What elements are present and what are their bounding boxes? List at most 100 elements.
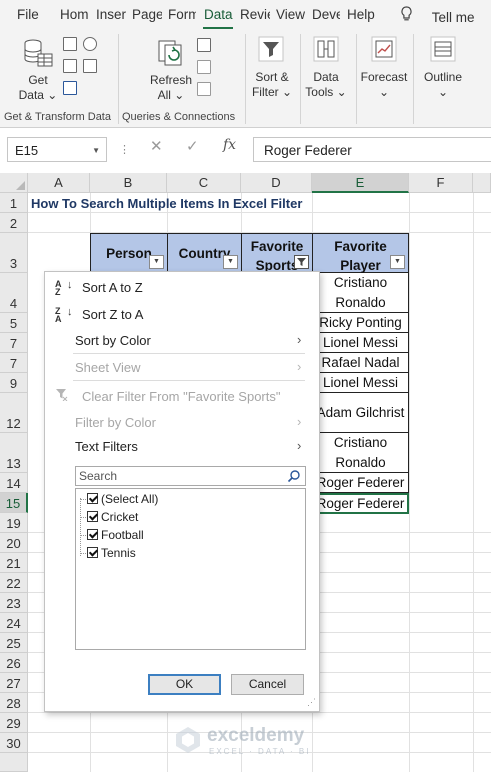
column-header-a[interactable]: A [28,173,90,193]
properties-icon[interactable] [197,60,211,74]
column-header-g[interactable] [473,173,491,193]
player-cell[interactable]: Ricky Ponting [312,313,409,333]
row-header[interactable]: 19 [0,513,28,533]
player-cell[interactable]: Roger Federer [312,473,409,493]
get-data-button[interactable]: Get Data ⌄ [18,73,58,103]
checkbox-tennis[interactable]: Tennis [80,546,136,560]
header-person[interactable]: Person ▼ [90,233,168,273]
column-header-f[interactable]: F [409,173,473,193]
row-header[interactable]: 7 [0,333,28,353]
sheet-view-item[interactable]: Sheet View [75,360,141,375]
tab-page-layout[interactable]: Page [132,7,162,22]
refresh-icon[interactable] [156,37,186,70]
row-header[interactable]: 22 [0,573,28,593]
sort-filter-button[interactable]: Sort & Filter ⌄ [250,70,294,100]
row-header[interactable]: 30 [0,733,28,753]
checkbox-icon[interactable] [87,493,98,504]
player-cell[interactable]: Adam Gilchrist [312,393,409,433]
row-header[interactable]: 23 [0,593,28,613]
cancel-entry-icon[interactable]: ✕ [150,137,163,155]
tab-review[interactable]: Revie [240,7,270,22]
select-all-corner[interactable] [0,173,28,193]
row-header[interactable]: 15 [0,493,28,513]
more-icon[interactable]: ⋮ [119,143,131,156]
recent-sources-icon[interactable] [83,37,97,51]
queries-connections-icon[interactable] [197,38,211,52]
data-tools-button[interactable]: Data Tools ⌄ [305,70,347,100]
from-text-icon[interactable] [63,37,77,51]
player-cell[interactable]: Lionel Messi [312,373,409,393]
player-cell[interactable]: Cristiano Ronaldo [312,273,409,313]
sort-a-to-z-item[interactable]: Sort A to Z [82,280,143,295]
data-tools-icon[interactable] [313,36,339,65]
checkbox-icon[interactable] [87,547,98,558]
header-favorite-player[interactable]: Favorite Player ▼ [312,233,409,273]
player-cell[interactable]: Cristiano Ronaldo [312,433,409,473]
database-icon[interactable] [22,37,54,72]
forecast-icon[interactable] [371,36,397,65]
row-header[interactable]: 20 [0,533,28,553]
row-header[interactable]: 25 [0,633,28,653]
insert-function-icon[interactable]: fx [223,137,236,153]
row-header[interactable]: 13 [0,433,28,473]
column-header-c[interactable]: C [167,173,241,193]
row-header[interactable] [0,753,28,772]
tab-data[interactable]: Data [204,7,234,22]
confirm-entry-icon[interactable]: ✓ [186,137,199,155]
name-box[interactable]: E15 ▼ [7,137,107,162]
tell-me-box[interactable]: Tell me [400,6,475,25]
row-header[interactable]: 9 [0,373,28,393]
refresh-all-button[interactable]: Refresh All ⌄ [146,73,196,103]
active-cell[interactable]: Roger Federer [312,493,409,514]
tab-developer[interactable]: Deve [312,7,340,22]
forecast-button[interactable]: Forecast ⌄ [358,70,410,100]
tab-home[interactable]: Hom [60,7,90,22]
filter-search-input[interactable]: Search [75,466,306,486]
tab-help[interactable]: Help [347,7,379,22]
tab-view[interactable]: View [276,7,306,22]
edit-links-icon[interactable] [197,82,211,96]
tab-insert[interactable]: Inser [96,7,126,22]
row-header[interactable]: 27 [0,673,28,693]
ok-button[interactable]: OK [148,674,221,695]
formula-input[interactable]: Roger Federer [253,137,491,162]
row-header[interactable]: 1 [0,193,28,213]
checkbox-select-all[interactable]: (Select All) [80,492,158,506]
column-header-d[interactable]: D [241,173,312,193]
header-country[interactable]: Country ▼ [167,233,242,273]
checkbox-football[interactable]: Football [80,528,144,542]
column-header-e[interactable]: E [312,173,409,193]
player-cell[interactable]: Rafael Nadal [312,353,409,373]
text-filters-item[interactable]: Text Filters [75,439,138,454]
checkbox-icon[interactable] [87,529,98,540]
row-header[interactable]: 28 [0,693,28,713]
row-header[interactable]: 12 [0,393,28,433]
sort-by-color-item[interactable]: Sort by Color [75,333,151,348]
from-table-icon[interactable] [63,81,77,95]
clear-filter-item[interactable]: Clear Filter From "Favorite Sports" [82,389,281,404]
checkbox-cricket[interactable]: Cricket [80,510,138,524]
filter-dropdown-icon[interactable]: ▼ [149,255,164,269]
filter-values-list[interactable]: (Select All) Cricket Football Tennis [75,488,306,650]
tab-formulas[interactable]: Form [168,7,196,22]
filter-applied-icon[interactable] [294,255,309,269]
chevron-down-icon[interactable]: ▼ [92,146,100,155]
checkbox-icon[interactable] [87,511,98,522]
from-web-icon[interactable] [63,59,77,73]
row-header[interactable]: 3 [0,233,28,273]
row-header[interactable]: 14 [0,473,28,493]
row-header[interactable]: 24 [0,613,28,633]
header-favorite-sports[interactable]: Favorite Sports [241,233,313,273]
filter-funnel-icon[interactable] [258,36,284,65]
tab-file[interactable]: File [17,7,43,22]
resize-grip-icon[interactable]: ⋰ [307,697,316,708]
cancel-button[interactable]: Cancel [231,674,304,695]
row-header[interactable]: 21 [0,553,28,573]
row-header[interactable]: 4 [0,273,28,313]
filter-dropdown-icon[interactable]: ▼ [390,255,405,269]
existing-connections-icon[interactable] [83,59,97,73]
outline-icon[interactable] [430,36,456,65]
row-header[interactable]: 29 [0,713,28,733]
filter-by-color-item[interactable]: Filter by Color [75,415,156,430]
row-header[interactable]: 7 [0,353,28,373]
